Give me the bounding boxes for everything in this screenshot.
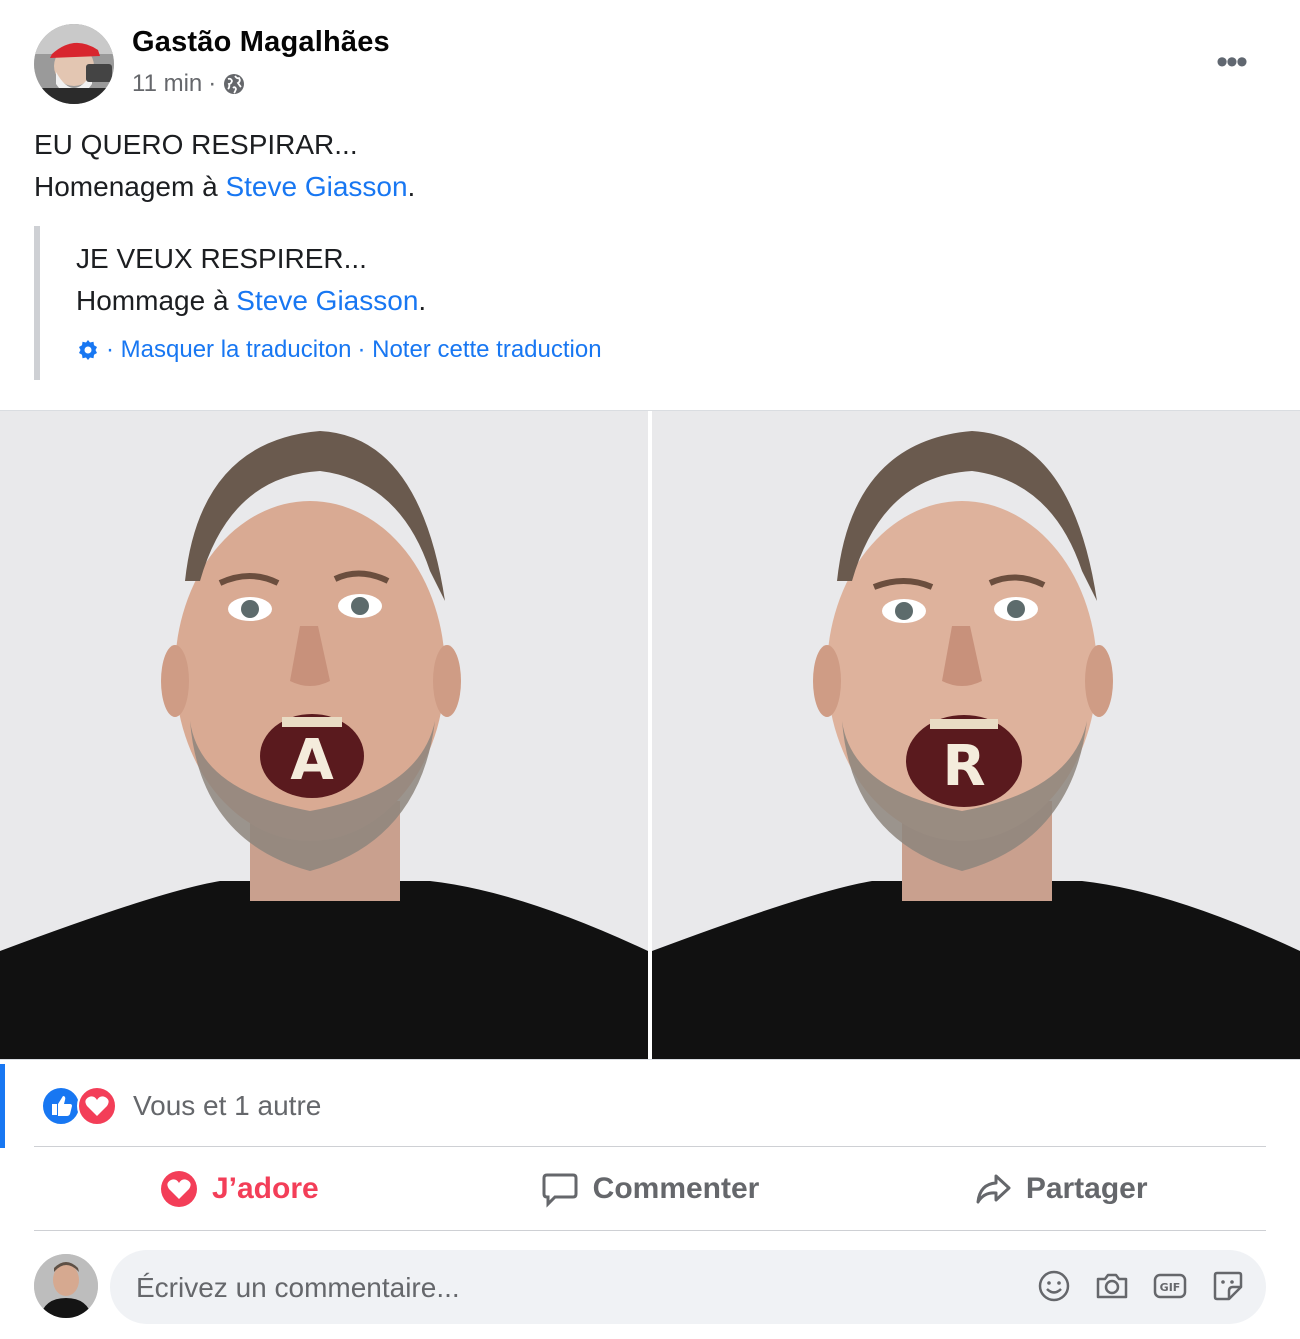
comment-button[interactable]: Commenter — [445, 1150, 856, 1228]
message-line-1: EU QUERO RESPIRAR... — [34, 129, 358, 160]
love-icon — [77, 1086, 117, 1126]
photo-letter: R — [942, 734, 985, 799]
post-photo-2[interactable]: R — [652, 411, 1300, 1059]
translation-actions: · Masquer la traduciton · Noter cette tr… — [76, 336, 602, 364]
divider-top — [34, 1146, 1266, 1147]
translation-block: JE VEUX RESPIRER... Hommage à Steve Gias… — [34, 226, 740, 380]
share-label: Partager — [1025, 1172, 1148, 1205]
love-button[interactable]: J’adore — [34, 1150, 445, 1228]
message-prefix: Homenagem à — [34, 171, 226, 202]
love-icon — [160, 1171, 197, 1207]
share-icon — [976, 1174, 1011, 1204]
meta-separator: · — [208, 70, 217, 97]
camera-icon[interactable] — [1094, 1268, 1130, 1304]
rate-translation-link[interactable]: · Noter cette traduction — [357, 336, 601, 364]
comment-label: Commenter — [592, 1172, 760, 1205]
author-name[interactable]: Gastão Magalhães — [132, 26, 390, 59]
globe-icon[interactable] — [222, 72, 246, 96]
photo-grid: A R — [0, 410, 1300, 1060]
translation-prefix: Hommage à — [76, 285, 237, 316]
gif-icon[interactable]: GIF — [1152, 1268, 1188, 1304]
message-suffix: . — [407, 171, 416, 202]
comment-icon — [542, 1173, 578, 1208]
sticker-icon[interactable] — [1210, 1268, 1246, 1304]
author-avatar[interactable] — [34, 24, 114, 104]
translation-line-1: JE VEUX RESPIRER... — [76, 243, 367, 274]
more-options-button[interactable]: ••• — [1206, 42, 1256, 81]
reaction-summary[interactable]: Vous et 1 autre — [133, 1090, 321, 1122]
post-actions: J’adore Commenter Partager — [34, 1150, 1266, 1228]
translation-mention-link[interactable]: Steve Giasson — [236, 285, 418, 316]
share-button[interactable]: Partager — [855, 1150, 1266, 1228]
reactions-bar: Vous et 1 autre — [0, 1064, 1300, 1148]
translation-text: JE VEUX RESPIRER... Hommage à Steve Gias… — [76, 238, 426, 322]
post-meta: 11 min · — [132, 70, 246, 98]
user-avatar[interactable] — [34, 1254, 98, 1318]
photo-letter: A — [290, 728, 334, 793]
emoji-icon[interactable] — [1036, 1268, 1072, 1304]
facebook-post: Gastão Magalhães 11 min · ••• EU QUERO R… — [0, 0, 1300, 1339]
gear-icon[interactable] — [76, 338, 100, 362]
translation-suffix: . — [418, 285, 427, 316]
composer-tools: GIF — [1036, 1268, 1246, 1304]
post-message: EU QUERO RESPIRAR... Homenagem à Steve G… — [34, 124, 415, 208]
love-label: J’adore — [211, 1172, 319, 1205]
post-photo-1[interactable]: A — [0, 411, 648, 1059]
message-line-2: Homenagem à Steve Giasson. — [34, 166, 415, 208]
mention-link[interactable]: Steve Giasson — [225, 171, 407, 202]
more-horizontal-icon: ••• — [1216, 42, 1248, 81]
translation-line-2: Hommage à Steve Giasson. — [76, 280, 426, 322]
divider-bottom — [34, 1230, 1266, 1231]
post-time[interactable]: 11 min — [132, 70, 202, 98]
comment-composer: GIF — [110, 1250, 1266, 1326]
like-icon — [41, 1086, 81, 1126]
hide-translation-link[interactable]: · Masquer la traduciton — [106, 336, 351, 364]
reaction-icons[interactable] — [41, 1086, 121, 1126]
gif-label: GIF — [1160, 1281, 1181, 1294]
comment-input[interactable] — [134, 1250, 1018, 1326]
